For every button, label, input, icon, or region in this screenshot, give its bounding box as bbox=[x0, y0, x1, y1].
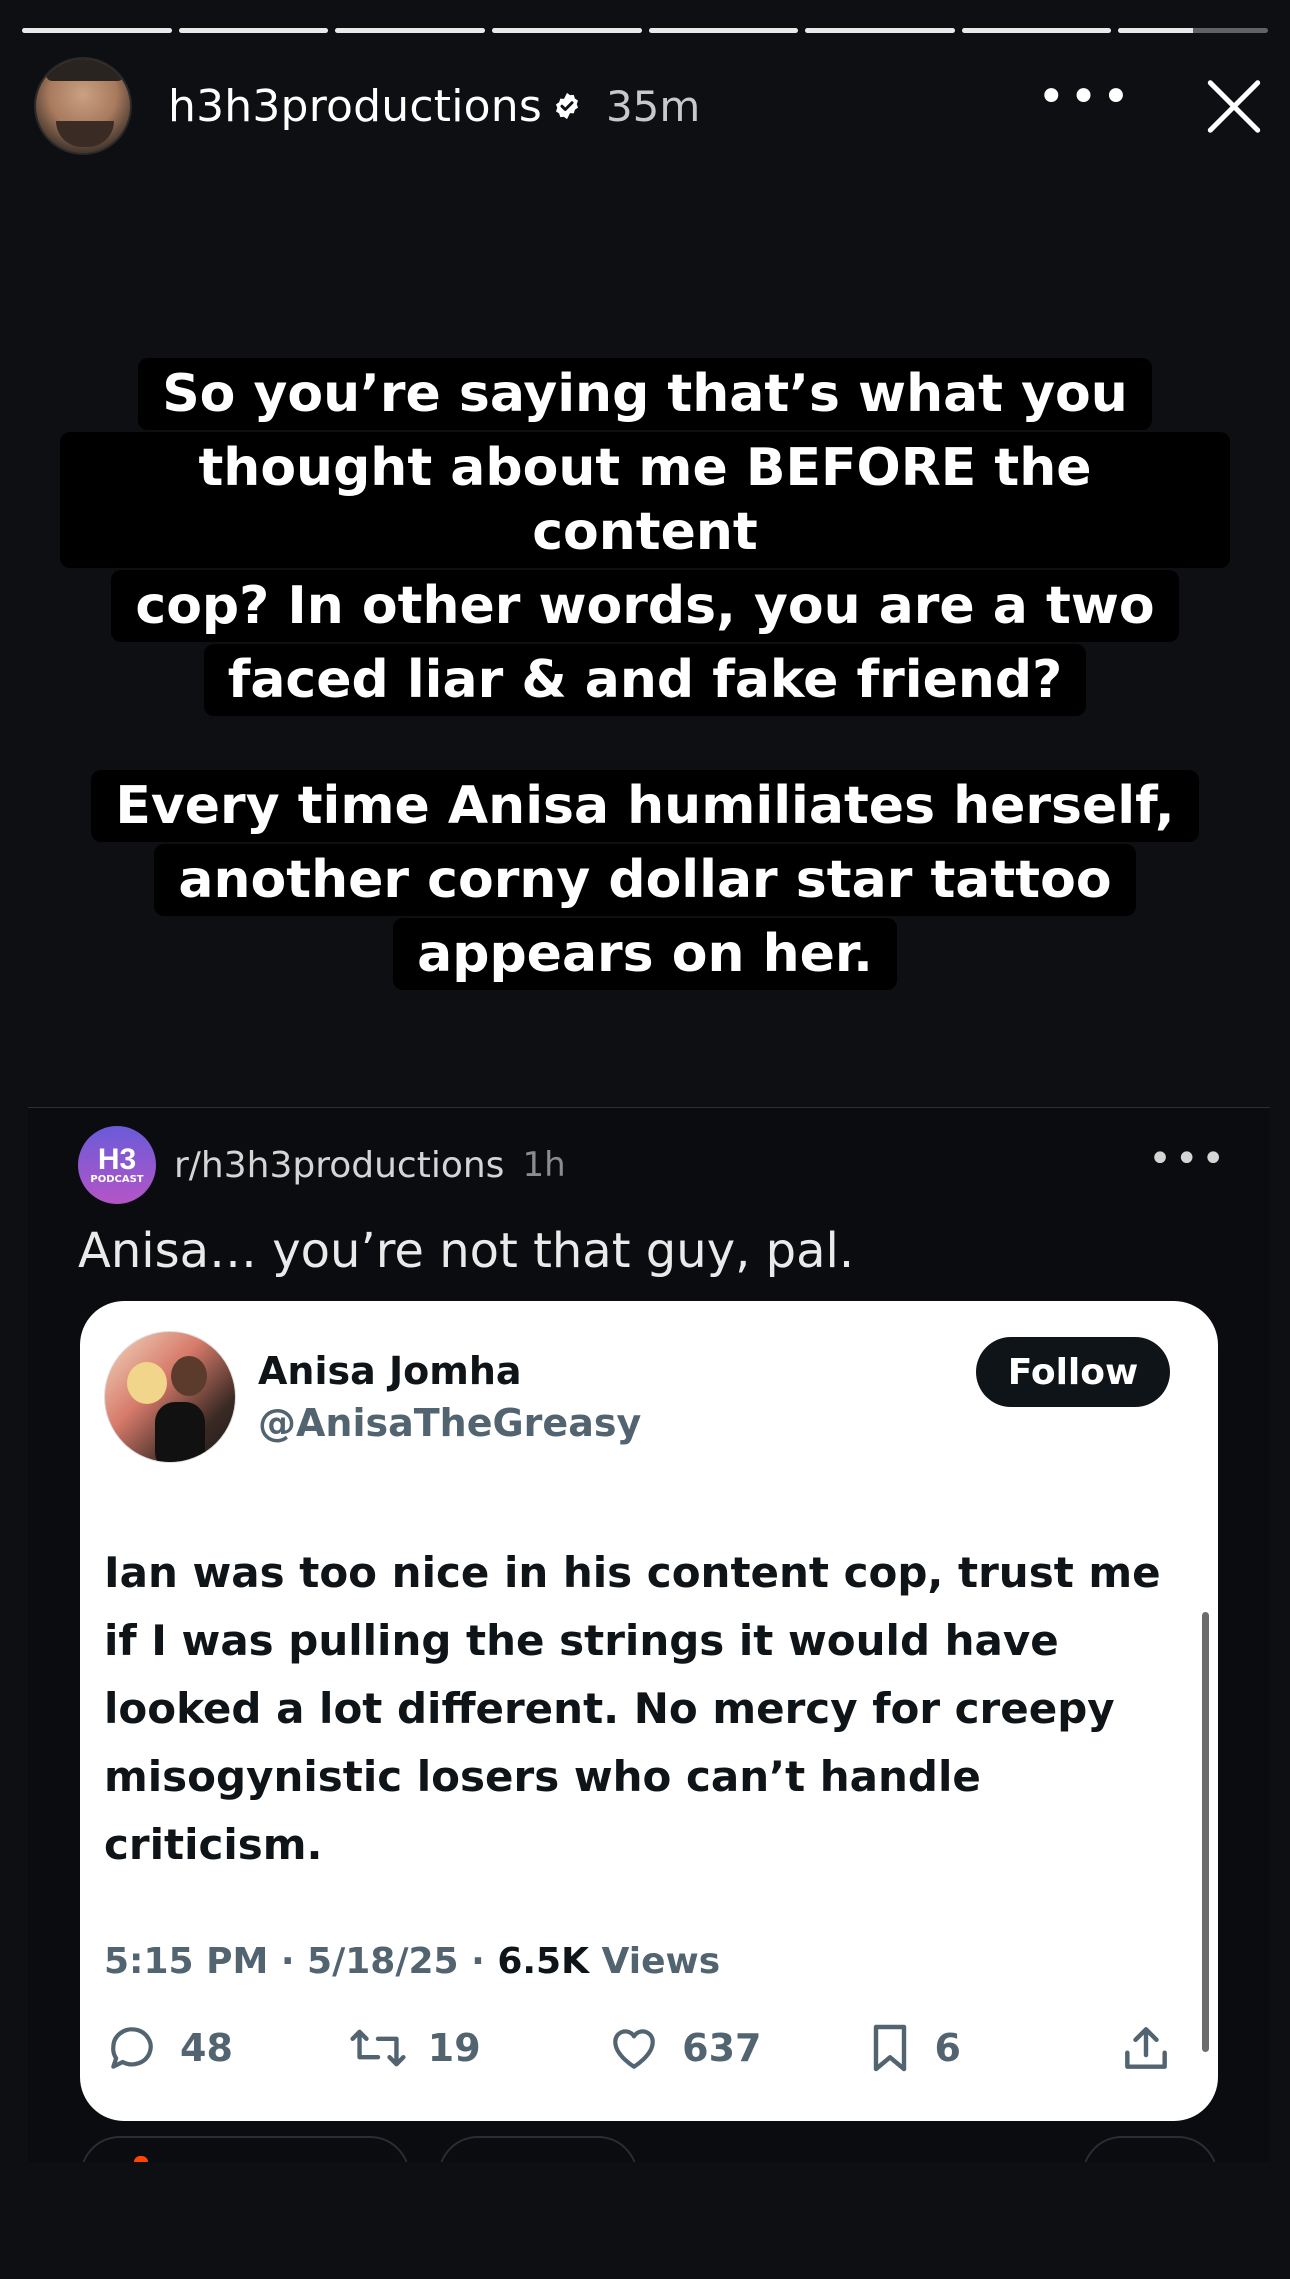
retweet-button[interactable]: 19 bbox=[348, 2020, 606, 2076]
story-progress-segment bbox=[1118, 28, 1268, 33]
bookmark-count: 6 bbox=[934, 2026, 961, 2070]
username[interactable]: h3h3productions bbox=[168, 81, 542, 132]
story-progress-segment bbox=[22, 28, 172, 33]
caption-line: cop? In other words, you are a two bbox=[111, 570, 1179, 642]
story-caption: So you’re saying that’s what you thought… bbox=[60, 358, 1230, 994]
caption-line: another corny dollar star tattoo bbox=[154, 844, 1136, 916]
bottom-area bbox=[0, 2162, 1290, 2279]
story-progress-segment bbox=[491, 28, 642, 33]
close-icon[interactable] bbox=[1204, 76, 1264, 136]
bookmark-icon bbox=[873, 2024, 906, 2072]
story-progress-segment bbox=[961, 28, 1112, 33]
post-title[interactable]: Anisa… you’re not that guy, pal. bbox=[78, 1223, 854, 1279]
reply-count: 48 bbox=[180, 2026, 233, 2070]
story-progress-bar bbox=[22, 28, 1268, 33]
caption-line: Every time Anisa humiliates herself, bbox=[91, 770, 1199, 842]
subreddit-icon-subtext: PODCAST bbox=[90, 1173, 144, 1185]
more-horizontal-icon[interactable]: ••• bbox=[1037, 73, 1134, 125]
tweet-display-name[interactable]: Anisa Jomha bbox=[258, 1349, 522, 1393]
user-avatar[interactable] bbox=[34, 57, 132, 155]
share-button[interactable] bbox=[1118, 2020, 1194, 2076]
like-count: 637 bbox=[682, 2026, 762, 2070]
reply-button[interactable]: 48 bbox=[104, 2020, 348, 2076]
heart-icon bbox=[613, 2029, 655, 2069]
like-button[interactable]: 637 bbox=[606, 2020, 864, 2076]
bookmark-button[interactable]: 6 bbox=[865, 2020, 1119, 2076]
story-header: h3h3productions 35m ••• bbox=[34, 56, 1264, 156]
caption-line: appears on her. bbox=[393, 918, 897, 990]
more-horizontal-icon[interactable]: ••• bbox=[1148, 1136, 1228, 1194]
subreddit-name[interactable]: r/h3h3productions bbox=[174, 1145, 504, 1186]
subreddit-icon-text: H3 bbox=[97, 1142, 137, 1176]
tweet-views-label: Views bbox=[588, 1941, 721, 1982]
story-progress-segment bbox=[335, 28, 485, 33]
story-progress-segment bbox=[178, 28, 329, 33]
subreddit-row: H3 PODCAST r/h3h3productions 1h ••• bbox=[78, 1126, 1228, 1204]
tweet-scrollbar[interactable] bbox=[1202, 1612, 1209, 2052]
tweet-views-count: 6.5K bbox=[497, 1941, 589, 1982]
tweet-meta: 5:15 PM · 5/18/25 · 6.5K Views bbox=[104, 1941, 720, 1982]
reddit-post[interactable]: H3 PODCAST r/h3h3productions 1h ••• Anis… bbox=[28, 1108, 1270, 2162]
tweet-handle[interactable]: @AnisaTheGreasy bbox=[258, 1401, 641, 1445]
caption-line: thought about me BEFORE the content bbox=[60, 432, 1230, 568]
caption-line: faced liar & and fake friend? bbox=[203, 644, 1087, 716]
tweet-timestamp: 5:15 PM · 5/18/25 · bbox=[104, 1941, 498, 1982]
caption-line: So you’re saying that’s what you bbox=[138, 358, 1152, 430]
post-time: 35m bbox=[605, 81, 701, 131]
story-progress-segment bbox=[805, 28, 955, 33]
verified-badge-icon bbox=[552, 91, 582, 121]
tweet-actions: 48 19 637 6 bbox=[104, 2013, 1194, 2083]
subreddit-icon[interactable]: H3 PODCAST bbox=[78, 1126, 156, 1204]
share-icon bbox=[1125, 2027, 1167, 2069]
retweet-count: 19 bbox=[427, 2026, 481, 2070]
reply-icon bbox=[111, 2027, 153, 2069]
tweet-avatar[interactable] bbox=[104, 1331, 236, 1463]
post-age: 1h bbox=[522, 1145, 566, 1185]
story-viewer: h3h3productions 35m ••• So you’re saying… bbox=[0, 0, 1290, 2279]
tweet-card[interactable]: Anisa Jomha @AnisaTheGreasy Follow Ian w… bbox=[80, 1301, 1218, 2121]
follow-button[interactable]: Follow bbox=[976, 1337, 1170, 1407]
story-progress-segment bbox=[648, 28, 799, 33]
retweet-icon bbox=[350, 2029, 406, 2067]
tweet-body: Ian was too nice in his content cop, tru… bbox=[104, 1548, 1161, 1869]
